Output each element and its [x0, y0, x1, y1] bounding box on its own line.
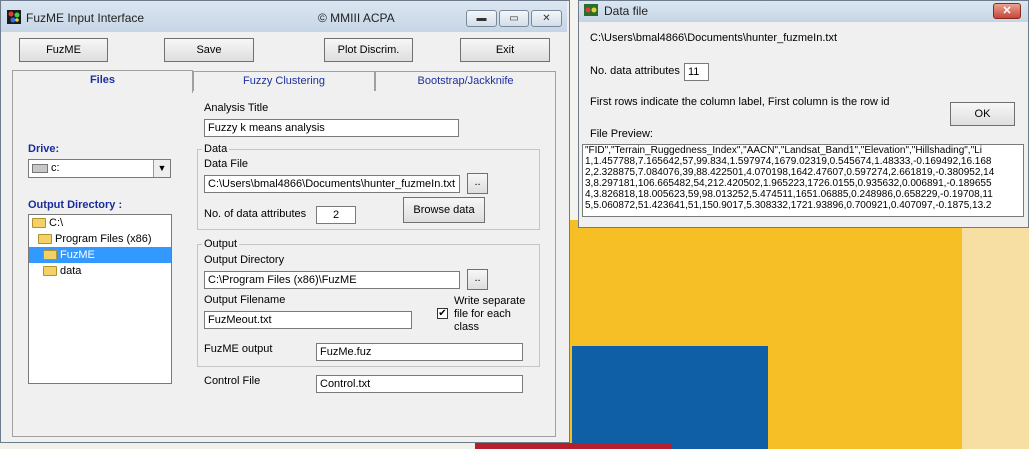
- main-window-title: FuzME Input Interface: [26, 11, 145, 25]
- checkmark-icon: ✔: [438, 308, 447, 319]
- preview-line: 4,3.826818,18.005623,59,98.013252,5.4745…: [585, 189, 993, 200]
- preview-line: 3,8.297181,106.665482,54,212.420502,1.96…: [585, 178, 992, 189]
- exit-button[interactable]: Exit: [460, 38, 550, 62]
- folder-open-icon: [43, 250, 57, 261]
- fuzme-button[interactable]: FuzME: [19, 38, 108, 62]
- analysis-title-label: Analysis Title: [204, 102, 269, 114]
- tree-item-program-files[interactable]: Program Files (x86): [29, 231, 171, 247]
- desktop-red-strip: [475, 443, 671, 449]
- close-icon: ✕: [1002, 5, 1012, 17]
- data-file-input[interactable]: C:\Users\bmal4866\Documents\hunter_fuzme…: [204, 175, 460, 193]
- separate-file-label: Write separate file for each class: [454, 295, 526, 333]
- output-directory-tree[interactable]: C:\ Program Files (x86) FuzME data: [28, 214, 172, 384]
- tab-bootstrap-jackknife[interactable]: Bootstrap/Jackknife: [375, 71, 556, 91]
- file-preview-label: File Preview:: [590, 128, 653, 140]
- close-button[interactable]: ✕: [531, 10, 562, 27]
- folder-icon: [43, 266, 57, 277]
- tab-files[interactable]: Files: [12, 70, 193, 93]
- preview-line: 1,1.457788,7.165642,57,99.834,1.597974,1…: [585, 156, 992, 167]
- drive-select[interactable]: c: ▼: [28, 159, 171, 178]
- tree-item-c[interactable]: C:\: [29, 215, 171, 231]
- data-file-window-title: Data file: [604, 4, 649, 18]
- data-group-title: Data: [202, 143, 230, 155]
- data-file-label: Data File: [204, 158, 249, 170]
- data-file-close-button[interactable]: ✕: [993, 3, 1021, 19]
- drive-icon: [32, 163, 48, 173]
- data-window-info-text: First rows indicate the column label, Fi…: [590, 96, 890, 108]
- folder-open-icon: [38, 234, 52, 245]
- desktop-blue-block: [572, 346, 768, 449]
- tab-fuzzy-clustering[interactable]: Fuzzy Clustering: [193, 71, 375, 91]
- plot-discrim-button[interactable]: Plot Discrim.: [324, 38, 413, 62]
- data-window-attributes-input[interactable]: 11: [684, 63, 709, 81]
- control-file-input[interactable]: Control.txt: [316, 375, 523, 393]
- file-preview-box[interactable]: "FID","Terrain_Ruggedness_Index","AACN",…: [582, 144, 1024, 217]
- tree-item-data[interactable]: data: [29, 263, 171, 279]
- data-window-attributes-label: No. data attributes: [590, 65, 680, 77]
- chevron-down-icon[interactable]: ▼: [153, 160, 170, 177]
- copyright-text: © MMIII ACPA: [318, 11, 395, 25]
- output-directory-input[interactable]: C:\Program Files (x86)\FuzME: [204, 271, 460, 289]
- data-attributes-label: No. of data attributes: [204, 208, 307, 220]
- data-file-browse-button[interactable]: ..: [467, 173, 488, 194]
- output-filename-label: Output Filename: [204, 294, 286, 306]
- drive-label: Drive:: [28, 143, 60, 155]
- data-file-app-icon: [584, 4, 598, 16]
- preview-line: "FID","Terrain_Ruggedness_Index","AACN",…: [585, 145, 982, 156]
- save-button[interactable]: Save: [164, 38, 254, 62]
- preview-line: 2,2.328875,7.084076,39,88.422501,4.07019…: [585, 167, 995, 178]
- ok-button[interactable]: OK: [950, 102, 1015, 126]
- fuzme-output-label: FuzME output: [204, 343, 273, 355]
- minimize-button[interactable]: ▬: [466, 10, 497, 27]
- tree-item-fuzme[interactable]: FuzME: [29, 247, 171, 263]
- drive-value: c:: [51, 162, 60, 174]
- maximize-icon: ▭: [509, 13, 519, 24]
- data-attributes-input[interactable]: 2: [316, 206, 356, 224]
- maximize-button[interactable]: ▭: [499, 10, 529, 27]
- app-icon: [7, 10, 21, 24]
- data-file-path: C:\Users\bmal4866\Documents\hunter_fuzme…: [590, 32, 838, 44]
- desktop-peach-block: [962, 220, 1029, 449]
- fuzme-output-input[interactable]: FuzMe.fuz: [316, 343, 523, 361]
- output-group-title: Output: [202, 238, 240, 250]
- preview-line: 5,5.060872,51.423641,51,150.9017,5.30833…: [585, 200, 992, 211]
- folder-open-icon: [32, 218, 46, 229]
- output-directory-field-label: Output Directory: [204, 254, 285, 266]
- close-icon: ✕: [542, 13, 551, 24]
- output-directory-label: Output Directory :: [28, 199, 123, 211]
- output-directory-browse-button[interactable]: ..: [467, 269, 488, 290]
- output-filename-input[interactable]: FuzMeout.txt: [204, 311, 412, 329]
- separate-file-checkbox[interactable]: ✔: [437, 308, 448, 319]
- minimize-icon: ▬: [476, 13, 487, 24]
- browse-data-button[interactable]: Browse data: [403, 197, 485, 223]
- control-file-label: Control File: [204, 375, 261, 387]
- analysis-title-input[interactable]: Fuzzy k means analysis: [204, 119, 459, 137]
